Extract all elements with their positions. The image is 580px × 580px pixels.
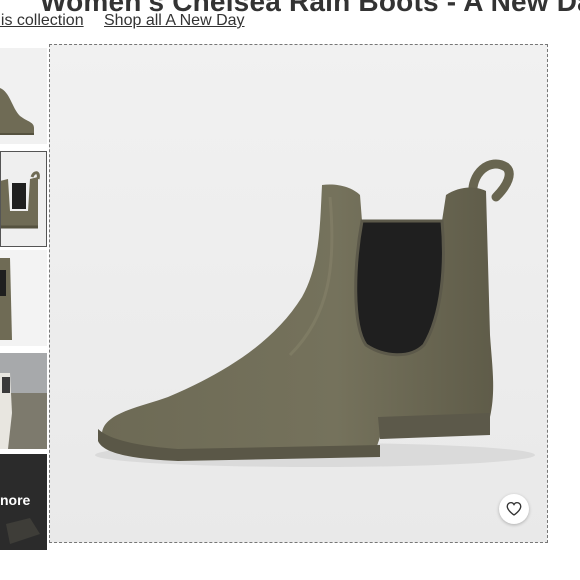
thumbnail-more[interactable]: nore [0, 454, 47, 550]
thumbnail-back-view[interactable] [0, 250, 47, 346]
favorite-button[interactable] [499, 494, 529, 524]
more-images-label: nore [0, 492, 31, 508]
shop-collection-link[interactable]: his collection [0, 12, 84, 30]
thumbnail-boot-angle[interactable] [0, 151, 47, 247]
thumbnail-side-view[interactable] [0, 48, 47, 144]
chelsea-boot-image [50, 45, 547, 542]
shop-brand-link[interactable]: Shop all A New Day [104, 12, 245, 30]
main-product-image[interactable] [49, 44, 548, 543]
product-page: Women's Chelsea Rain Boots - A New Day h… [0, 0, 580, 580]
heart-icon [505, 500, 523, 518]
thumbnail-lifestyle[interactable] [0, 353, 47, 449]
product-links: his collection Shop all A New Day [0, 12, 580, 36]
